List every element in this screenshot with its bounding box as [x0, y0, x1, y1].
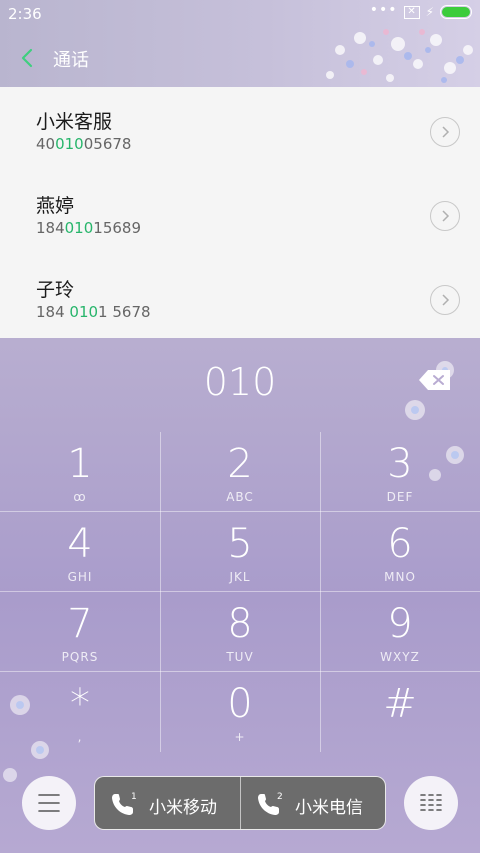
call-button-group: 1 小米移动 2 小米电信 [94, 776, 386, 830]
key-letters: GHI [67, 570, 93, 584]
list-item[interactable]: 子玲 184 0101 5678 [0, 255, 480, 339]
status-icons: ••• ✕ ⚡ [369, 2, 472, 19]
battery-level [442, 7, 470, 17]
key-digit: 1 [67, 441, 93, 487]
key-2[interactable]: 2 ABC [160, 432, 320, 512]
sim2-label: 小米电信 [295, 798, 363, 818]
key-letters: WXYZ [380, 650, 420, 664]
key-letters: TUV [226, 650, 254, 664]
number-match: 010 [64, 219, 94, 237]
key-letters: DEF [386, 490, 414, 504]
key-digit: 3 [387, 441, 413, 487]
key-digit: 6 [387, 521, 413, 567]
key-3[interactable]: 3 DEF [320, 432, 480, 512]
number-prefix: 184 [36, 219, 65, 237]
contact-number: 18401015689 [36, 219, 141, 237]
key-letters: PQRS [61, 650, 99, 664]
key-6[interactable]: 6 MNO [320, 512, 480, 592]
chevron-right-icon [442, 126, 450, 138]
back-arrow-icon [21, 48, 33, 68]
key-5[interactable]: 5 JKL [160, 512, 320, 592]
header-bar: 2:36 ••• ✕ ⚡ 通话 [0, 0, 480, 87]
key-digit: 8 [227, 601, 253, 647]
phone-icon: 1 [112, 792, 137, 815]
search-results-list: 小米客服 4001005678 燕婷 18401015689 子玲 184 01… [0, 87, 480, 338]
key-1[interactable]: 1 ꝏ [0, 432, 160, 512]
key-letters: ABC [226, 490, 254, 504]
contact-name: 小米客服 [36, 111, 113, 133]
dialpad-toggle-button[interactable] [404, 776, 458, 830]
contact-name: 子玲 [36, 279, 75, 301]
contact-number: 184 0101 5678 [36, 303, 151, 321]
contact-detail-button[interactable] [430, 117, 460, 147]
key-digit: 0 [227, 681, 253, 727]
key-star[interactable]: * , [0, 672, 160, 752]
backspace-icon [419, 370, 450, 390]
dialed-number: 010 [203, 360, 277, 404]
key-7[interactable]: 7 PQRS [0, 592, 160, 672]
key-hash[interactable]: # [320, 672, 480, 752]
number-suffix: 15689 [93, 219, 141, 237]
menu-icon [38, 794, 60, 812]
overflow-dots-icon: ••• [369, 2, 398, 18]
number-prefix: 184 [36, 303, 70, 321]
sim1-label: 小米移动 [149, 798, 217, 818]
menu-button[interactable] [22, 776, 76, 830]
chevron-right-icon [442, 210, 450, 222]
dialpad-icon [420, 794, 442, 811]
contact-detail-button[interactable] [430, 285, 460, 315]
key-4[interactable]: 4 GHI [0, 512, 160, 592]
back-button[interactable] [18, 44, 38, 72]
key-digit: 9 [387, 601, 413, 647]
key-digit: 2 [227, 441, 253, 487]
chevron-right-icon [442, 294, 450, 306]
flower-decoration [326, 29, 473, 83]
battery-icon [440, 5, 472, 19]
number-suffix: 1 5678 [98, 303, 151, 321]
phone-icon: 2 [258, 792, 283, 815]
number-match: 010 [69, 303, 99, 321]
sim1-badge: 1 [131, 792, 137, 802]
key-8[interactable]: 8 TUV [160, 592, 320, 672]
page-title: 通话 [53, 50, 89, 71]
call-sim1-button[interactable]: 1 小米移动 [95, 777, 240, 829]
key-letters: + [234, 730, 246, 744]
key-digit: 7 [67, 601, 93, 647]
list-item[interactable]: 小米客服 4001005678 [0, 87, 480, 171]
contact-number: 4001005678 [36, 135, 131, 153]
dial-keypad: 1 ꝏ 2 ABC 3 DEF 4 GHI 5 JKL 6 MNO 7 PQRS… [0, 432, 480, 752]
key-digit: * [70, 681, 90, 727]
sim2-badge: 2 [277, 792, 283, 802]
number-suffix: 05678 [83, 135, 132, 153]
key-letters: MNO [384, 570, 416, 584]
number-prefix: 40 [36, 135, 56, 153]
voicemail-icon: ꝏ [73, 490, 87, 504]
key-digit: 4 [67, 521, 93, 567]
charging-icon: ⚡ [425, 5, 434, 19]
contact-detail-button[interactable] [430, 201, 460, 231]
key-9[interactable]: 9 WXYZ [320, 592, 480, 672]
list-item[interactable]: 燕婷 18401015689 [0, 171, 480, 255]
key-letters: JKL [229, 570, 251, 584]
status-time: 2:36 [8, 5, 42, 23]
call-sim2-button[interactable]: 2 小米电信 [240, 777, 385, 829]
key-letters: , [77, 730, 83, 744]
key-digit: # [383, 681, 417, 727]
no-sim-icon: ✕ [403, 5, 420, 19]
contact-name: 燕婷 [36, 195, 75, 217]
key-digit: 5 [227, 521, 253, 567]
number-match: 010 [55, 135, 84, 153]
key-0[interactable]: 0 + [160, 672, 320, 752]
backspace-button[interactable] [418, 368, 452, 392]
